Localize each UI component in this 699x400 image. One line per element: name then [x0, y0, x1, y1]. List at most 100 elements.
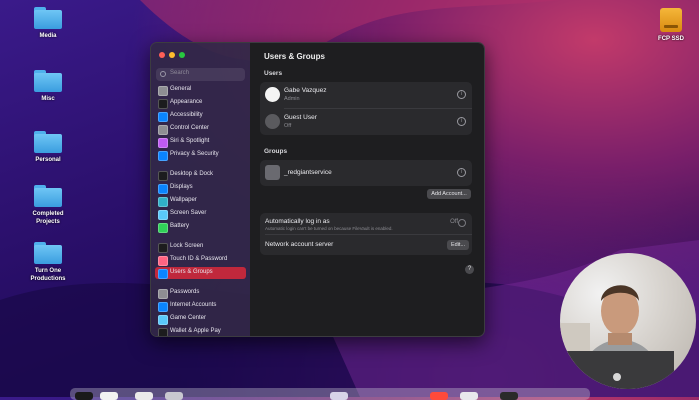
sidebar-item-wallpaper[interactable]: Wallpaper	[155, 195, 246, 207]
drive-icon	[660, 8, 682, 32]
sidebar-item-icon	[158, 315, 168, 325]
sidebar-item-label: Displays	[170, 184, 193, 190]
edit-button[interactable]: Edit...	[447, 240, 469, 250]
groups-heading: Groups	[264, 148, 288, 155]
desktop-folder-completed-projects[interactable]: Completed Projects	[13, 185, 83, 226]
dock-app-icon[interactable]	[135, 392, 153, 400]
sidebar-item-game-center[interactable]: Game Center	[155, 313, 246, 325]
folder-label: Completed Projects	[32, 211, 64, 225]
zoom-button[interactable]	[179, 52, 185, 58]
auto-login-value[interactable]: Off	[450, 219, 458, 225]
sidebar-item-siri-spotlight[interactable]: Siri & Spotlight	[155, 136, 246, 148]
group-row[interactable]: _redgiantservice i	[260, 160, 472, 186]
sidebar-item-control-center[interactable]: Control Center	[155, 123, 246, 135]
sidebar-item-label: Privacy & Security	[170, 151, 219, 157]
chevron-updown-icon	[458, 219, 466, 227]
folder-icon	[34, 131, 62, 153]
sidebar-item-icon	[158, 269, 168, 279]
sidebar-item-label: Accessibility	[170, 112, 203, 118]
sidebar-item-accessibility[interactable]: Accessibility	[155, 110, 246, 122]
sidebar-item-displays[interactable]: Displays	[155, 182, 246, 194]
users-card: Gabe Vazquez Admin i Guest User Off i	[260, 82, 472, 135]
user-row-gabe[interactable]: Gabe Vazquez Admin i	[260, 82, 472, 108]
sidebar-item-appearance[interactable]: Appearance	[155, 97, 246, 109]
dock-app-icon[interactable]	[500, 392, 518, 400]
group-icon	[265, 165, 280, 180]
desktop-folder-misc[interactable]: Misc	[13, 70, 83, 103]
login-card: Automatically log in as Automatic login …	[260, 213, 472, 255]
sidebar-item-privacy-security[interactable]: Privacy & Security	[155, 149, 246, 161]
sidebar-item-label: Appearance	[170, 99, 203, 105]
sidebar-item-touch-id-password[interactable]: Touch ID & Password	[155, 254, 246, 266]
sidebar-item-icon	[158, 302, 168, 312]
desktop-folder-media[interactable]: Media	[13, 7, 83, 40]
folder-label: Personal	[35, 157, 61, 163]
sidebar-item-icon	[158, 197, 168, 207]
sidebar-item-battery[interactable]: Battery	[155, 221, 246, 233]
sidebar-item-icon	[158, 112, 168, 122]
user-role: Off	[284, 123, 292, 129]
sidebar-item-icon	[158, 223, 168, 233]
folder-label: Misc	[41, 96, 55, 102]
dock-app-icon[interactable]	[430, 392, 448, 400]
main-pane: Users & Groups Users Gabe Vazquez Admin …	[250, 43, 484, 336]
sidebar-item-screen-saver[interactable]: Screen Saver	[155, 208, 246, 220]
sidebar-item-icon	[158, 86, 168, 96]
sidebar-item-label: Touch ID & Password	[170, 256, 228, 262]
help-button[interactable]: ?	[465, 265, 474, 274]
add-account-button[interactable]: Add Account...	[427, 189, 471, 199]
group-name: _redgiantservice	[284, 169, 332, 176]
sidebar-item-icon	[158, 138, 168, 148]
dock-app-icon[interactable]	[75, 392, 93, 400]
folder-icon	[34, 7, 62, 29]
drive-label: FCP SSD	[658, 36, 684, 42]
settings-window: Search General Appearance Accessibility Con…	[150, 42, 485, 337]
desktop-folder-personal[interactable]: Personal	[13, 131, 83, 164]
user-name: Guest User	[284, 114, 317, 121]
minimize-button[interactable]	[169, 52, 175, 58]
sidebar-item-icon	[158, 243, 168, 253]
sidebar-item-icon	[158, 289, 168, 299]
sidebar-item-icon	[158, 210, 168, 220]
sidebar-item-label: Screen Saver	[170, 210, 207, 216]
desktop-drive-fcp-ssd[interactable]: FCP SSD	[636, 8, 699, 43]
users-heading: Users	[264, 70, 283, 77]
sidebar: Search General Appearance Accessibility Con…	[151, 43, 250, 336]
info-icon[interactable]: i	[457, 117, 466, 126]
sidebar-item-label: Game Center	[170, 315, 207, 321]
divider	[265, 234, 472, 235]
dock-app-icon[interactable]	[165, 392, 183, 400]
dock-app-icon[interactable]	[330, 392, 348, 400]
info-icon[interactable]: i	[457, 168, 466, 177]
sidebar-item-label: Desktop & Dock	[170, 171, 214, 177]
sidebar-item-internet-accounts[interactable]: Internet Accounts	[155, 300, 246, 312]
user-row-guest[interactable]: Guest User Off i	[260, 109, 472, 135]
info-icon[interactable]: i	[457, 90, 466, 99]
dock-app-icon[interactable]	[460, 392, 478, 400]
sidebar-item-wallet-apple-pay[interactable]: Wallet & Apple Pay	[155, 326, 246, 336]
sidebar-item-label: Lock Screen	[170, 243, 204, 249]
avatar	[265, 87, 280, 102]
search-icon	[160, 71, 166, 77]
close-button[interactable]	[159, 52, 165, 58]
sidebar-item-label: Battery	[170, 223, 190, 229]
sidebar-item-label: Control Center	[170, 125, 210, 131]
auto-login-note: Automatic login can't be turned on becau…	[265, 226, 393, 231]
sidebar-item-icon	[158, 328, 168, 336]
desktop-folder-turn-one-productions[interactable]: Turn One Productions	[13, 242, 83, 283]
sidebar-item-lock-screen[interactable]: Lock Screen	[155, 241, 246, 253]
sidebar-item-passwords[interactable]: Passwords	[155, 287, 246, 299]
page-title: Users & Groups	[264, 52, 325, 61]
folder-icon	[34, 242, 62, 264]
sidebar-item-label: Siri & Spotlight	[170, 138, 210, 144]
sidebar-item-label: Wallpaper	[170, 197, 197, 203]
search-field[interactable]: Search	[156, 68, 245, 81]
sidebar-item-label: General	[170, 86, 192, 92]
sidebar-item-icon	[158, 171, 168, 181]
sidebar-item-icon	[158, 99, 168, 109]
sidebar-item-general[interactable]: General	[155, 84, 246, 96]
dock-app-icon[interactable]	[100, 392, 118, 400]
sidebar-item-users-groups[interactable]: Users & Groups	[155, 267, 246, 279]
sidebar-item-icon	[158, 151, 168, 161]
sidebar-item-desktop-dock[interactable]: Desktop & Dock	[155, 169, 246, 181]
